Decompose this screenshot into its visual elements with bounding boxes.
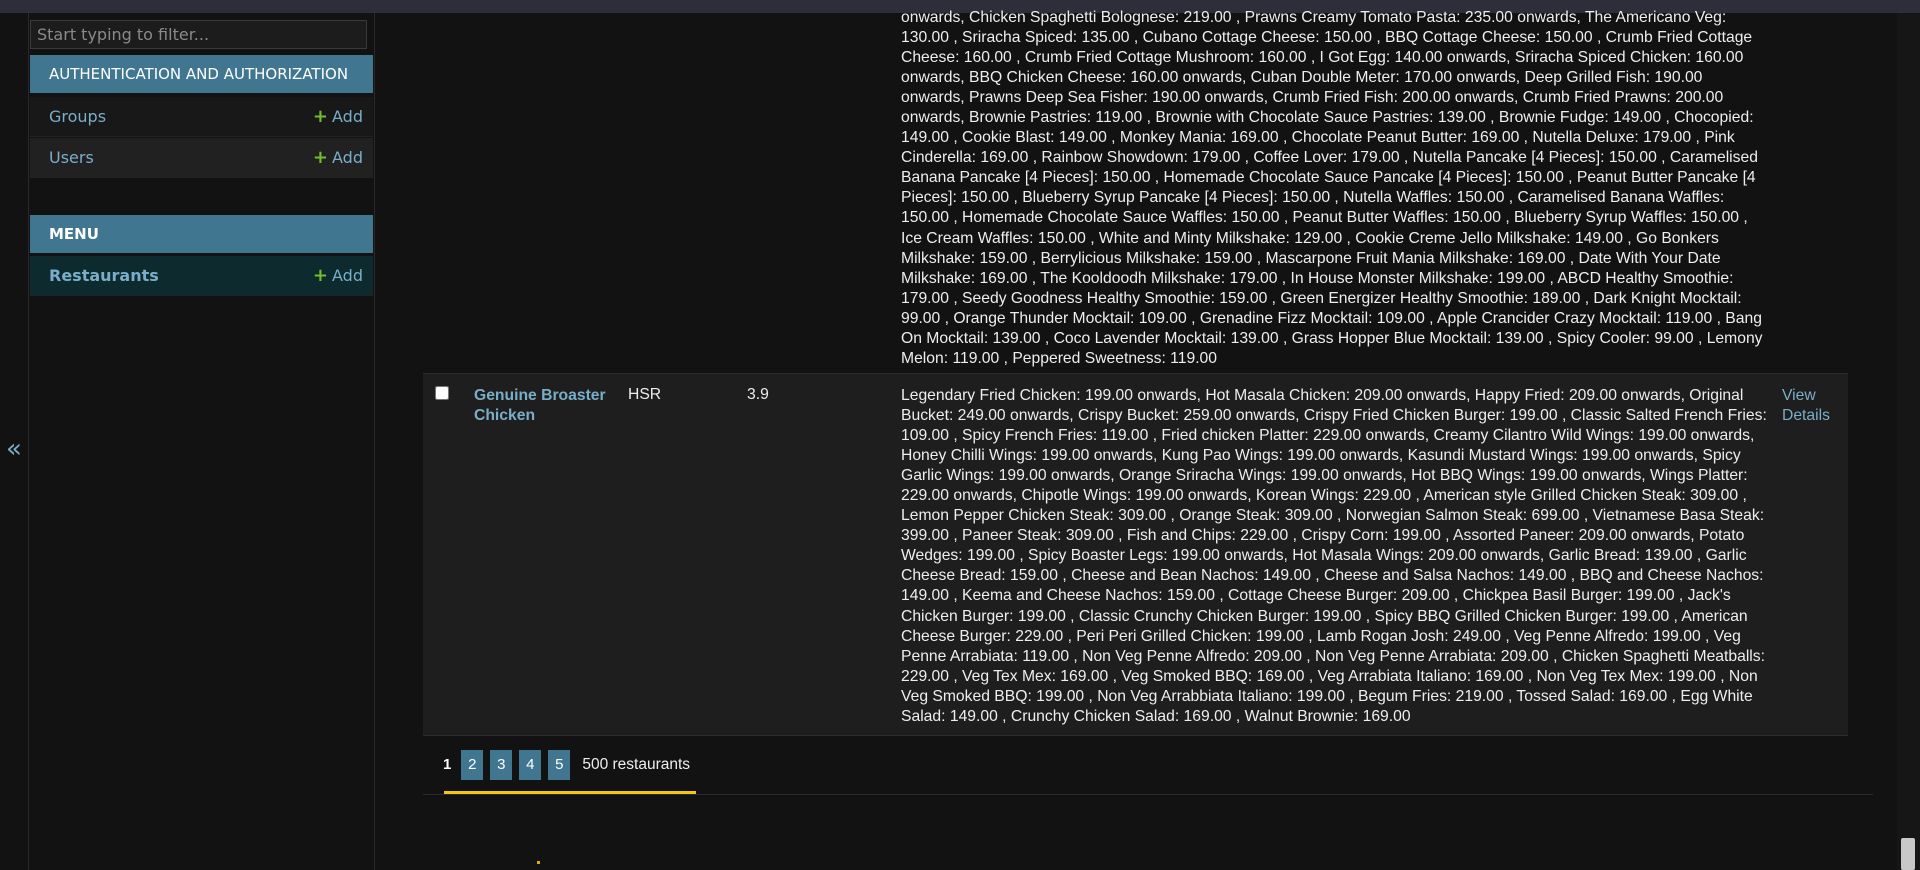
sidebar-item-groups: Groups + Add: [30, 97, 373, 137]
paginator-underline: [444, 791, 696, 794]
module-caption-menu[interactable]: MENU: [30, 215, 373, 253]
nav-sidebar: AUTHENTICATION AND AUTHORIZATION Groups …: [28, 13, 375, 870]
scrollbar-thumb[interactable]: [1901, 838, 1915, 870]
paginator: 1 2 3 4 5 500 restaurants: [423, 735, 1873, 795]
page-link-2[interactable]: 2: [461, 749, 484, 780]
sidebar-item-restaurants: Restaurants + Add: [30, 256, 373, 296]
restaurants-link[interactable]: Restaurants: [49, 266, 159, 285]
users-add-link[interactable]: + Add: [313, 148, 363, 167]
restaurant-rating: 3.9: [747, 386, 769, 403]
sidebar-item-users: Users + Add: [30, 138, 373, 178]
groups-add-link[interactable]: + Add: [313, 107, 363, 126]
result-count: 500 restaurants: [582, 755, 691, 773]
add-label: Add: [332, 148, 363, 167]
collapse-sidebar-icon[interactable]: «: [6, 434, 22, 464]
restaurant-name-link[interactable]: Genuine Broaster Chicken: [474, 386, 614, 426]
plus-icon: +: [312, 264, 329, 286]
nav-filter-input[interactable]: [30, 20, 367, 49]
table-row: Genuine Broaster Chicken HSR 3.9 Legenda…: [423, 373, 1848, 736]
page-link-5[interactable]: 5: [548, 749, 571, 780]
row-select-checkbox[interactable]: [435, 386, 449, 400]
restaurant-menu-text: Legendary Fried Chicken: 199.00 onwards,…: [901, 387, 1767, 725]
plus-icon: +: [312, 105, 329, 127]
groups-link[interactable]: Groups: [49, 107, 106, 126]
add-label: Add: [332, 266, 363, 285]
current-page: 1: [443, 756, 452, 773]
view-details-link[interactable]: View Details: [1782, 386, 1842, 426]
plus-icon: +: [312, 146, 329, 168]
page-link-3[interactable]: 3: [490, 749, 513, 780]
module-caption-auth[interactable]: AUTHENTICATION AND AUTHORIZATION: [30, 55, 373, 93]
previous-row-menu-text: onwards, Chicken Spaghetti Bolognese: 21…: [901, 9, 1763, 367]
restaurants-add-link[interactable]: + Add: [313, 266, 363, 285]
restaurant-location: HSR: [628, 386, 662, 403]
scrollbar-track[interactable]: [1897, 13, 1920, 870]
stray-dot: [537, 861, 540, 864]
users-link[interactable]: Users: [49, 148, 94, 167]
add-label: Add: [332, 107, 363, 126]
page-link-4[interactable]: 4: [519, 749, 542, 780]
